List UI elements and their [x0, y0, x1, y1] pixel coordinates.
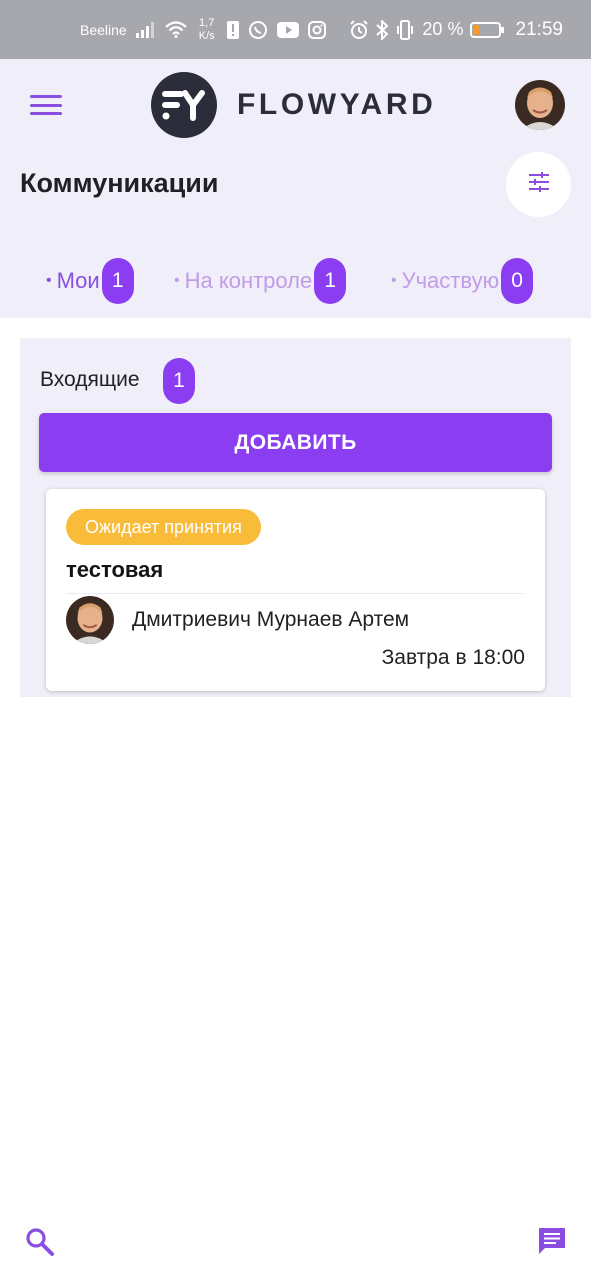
sliders-icon — [527, 170, 551, 199]
card-title: тестовая — [66, 557, 164, 582]
status-bar-right: 20 % 21:59 — [349, 0, 563, 59]
chat-icon[interactable] — [537, 1226, 567, 1256]
search-icon[interactable] — [25, 1227, 55, 1257]
network-speed: 1,7 K/s — [196, 17, 218, 43]
communication-card[interactable]: Ожидает принятия тестовая Дмитриевич Мур… — [46, 489, 545, 691]
logo-mark-icon — [151, 72, 217, 138]
instagram-icon — [307, 20, 326, 39]
notification-icon — [226, 20, 239, 39]
brand-name: FLOWYARD — [237, 88, 437, 121]
person-avatar — [66, 596, 114, 644]
add-button[interactable]: ДОБАВИТЬ — [39, 413, 552, 472]
brand-logo: FLOWYARD — [151, 72, 436, 138]
app-header: FLOWYARD Коммуникации • Мои 1 • На контр… — [0, 59, 591, 318]
signal-icon — [135, 21, 156, 38]
whatsapp-icon — [248, 20, 268, 40]
alarm-icon — [349, 19, 369, 40]
hamburger-menu-icon[interactable] — [30, 92, 62, 118]
status-bar: Beeline 1,7 K/s 20 % 21:59 — [0, 0, 591, 59]
tab-bullet: • — [391, 272, 397, 289]
tab-label: На контроле — [184, 268, 313, 293]
tab-on-control[interactable]: • На контроле 1 — [174, 258, 347, 304]
clock: 21:59 — [515, 18, 563, 40]
tabs: • Мои 1 • На контроле 1 • Участвую 0 — [0, 258, 591, 304]
tab-count-badge: 1 — [314, 258, 347, 304]
due-time: Завтра в 18:00 — [381, 646, 525, 669]
page-title: Коммуникации — [20, 168, 219, 198]
app-screen: Beeline 1,7 K/s 20 % 21:59 FLOWYARD Комм… — [0, 0, 591, 1280]
battery-percent: 20 % — [422, 19, 464, 39]
tab-count-badge: 1 — [101, 258, 134, 304]
vibrate-icon — [395, 19, 415, 40]
tab-participating[interactable]: • Участвую 0 — [391, 258, 534, 304]
network-speed-unit: K/s — [198, 29, 215, 42]
card-divider — [66, 593, 525, 594]
inbox-section: Входящие 1 ДОБАВИТЬ Ожидает принятия тес… — [20, 338, 571, 697]
person-name: Дмитриевич Мурнаев Артем — [132, 608, 410, 631]
tab-bullet: • — [174, 272, 180, 289]
tab-count-badge: 0 — [501, 258, 534, 304]
status-badge: Ожидает принятия — [66, 509, 261, 545]
tab-my[interactable]: • Мои 1 — [46, 258, 134, 304]
wifi-icon — [164, 21, 187, 38]
inbox-title: Входящие — [40, 368, 140, 391]
filter-button[interactable] — [506, 152, 571, 217]
inbox-count-badge: 1 — [163, 358, 195, 404]
network-speed-value: 1,7 — [199, 16, 215, 29]
tab-bullet: • — [46, 272, 52, 289]
youtube-icon — [276, 21, 299, 38]
status-bar-left: Beeline 1,7 K/s — [80, 0, 326, 59]
user-avatar[interactable] — [515, 80, 565, 130]
carrier-name: Beeline — [80, 21, 127, 38]
tab-label: Мои — [56, 268, 100, 293]
battery-icon — [470, 21, 505, 38]
bluetooth-icon — [376, 19, 389, 40]
tab-label: Участвую — [401, 268, 500, 293]
